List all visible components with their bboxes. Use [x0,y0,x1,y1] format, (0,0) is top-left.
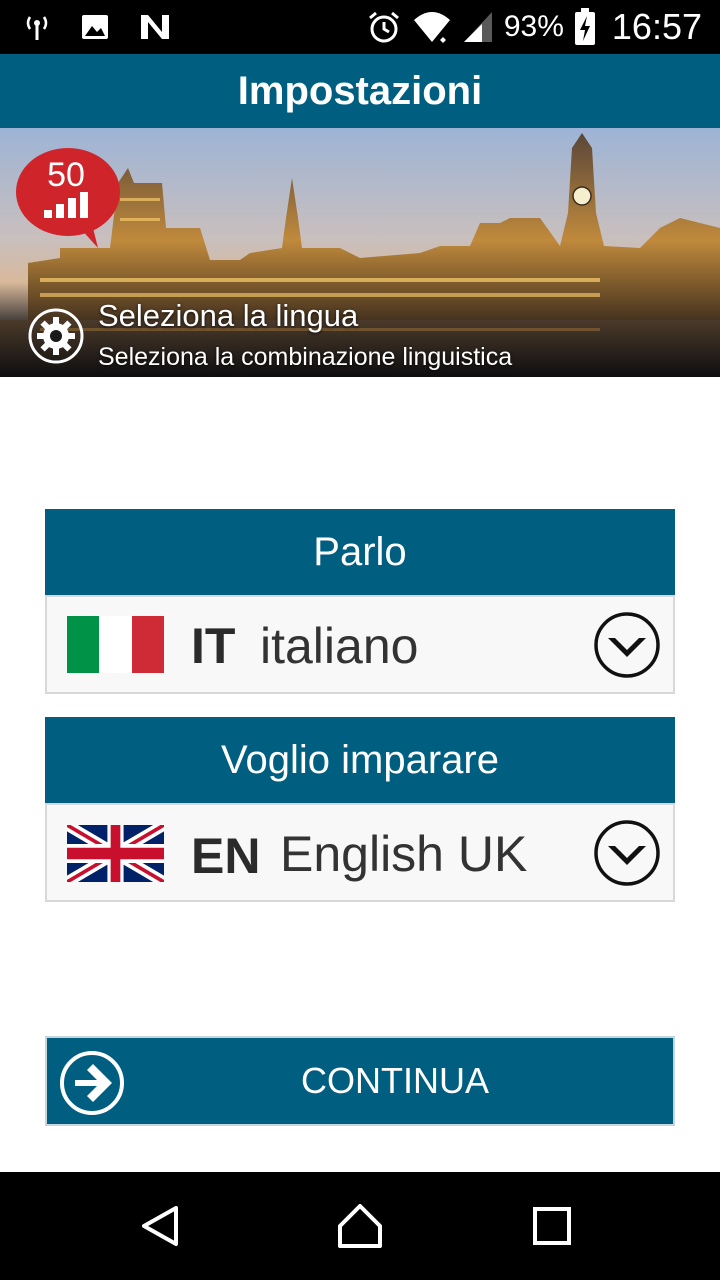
uk-flag-icon [67,825,164,882]
clock: 16:57 [611,6,702,47]
banner-subheading: Seleziona la combinazione linguistica [98,343,513,371]
native-language-selector[interactable]: IT italiano [45,595,675,694]
continue-button[interactable]: CONTINUA [45,1036,675,1126]
app-bar: Impostazioni [0,54,720,128]
system-nav-bar [0,1172,720,1280]
chevron-down-icon[interactable] [593,819,661,887]
target-language-name: English UK [280,826,528,882]
home-icon[interactable] [330,1196,390,1256]
header-banner: 50 Seleziona la lingua Seleziona la comb… [0,128,720,377]
logo-number: 50 [47,156,85,194]
app-logo: 50 [16,148,120,248]
learn-section-header: Voglio imparare [45,717,675,803]
battery-charging-icon [574,8,595,45]
recents-icon[interactable] [522,1196,582,1256]
banner-heading: Seleziona la lingua [98,298,359,333]
settings-gear-icon [28,308,84,364]
page-title: Impostazioni [237,68,483,113]
native-language-code: IT [191,618,236,674]
signal-icon [463,12,492,42]
n-app-icon [141,15,169,39]
continue-label: CONTINUA [301,1060,489,1101]
target-language-code: EN [191,828,261,884]
status-bar: 93% 16:57 [0,0,720,54]
antenna-icon [26,16,48,40]
battery-percent: 93% [503,10,564,43]
speak-header-label: Parlo [313,529,407,574]
chevron-down-icon[interactable] [593,611,661,679]
italy-flag-icon [67,616,164,673]
image-icon [82,15,108,39]
speak-section-header: Parlo [45,509,675,595]
native-language-name: italiano [260,618,419,674]
alarm-icon [368,11,399,43]
wifi-icon [413,12,450,43]
learn-header-label: Voglio imparare [221,737,499,782]
back-icon[interactable] [130,1196,190,1256]
target-language-selector[interactable]: EN English UK [45,803,675,902]
